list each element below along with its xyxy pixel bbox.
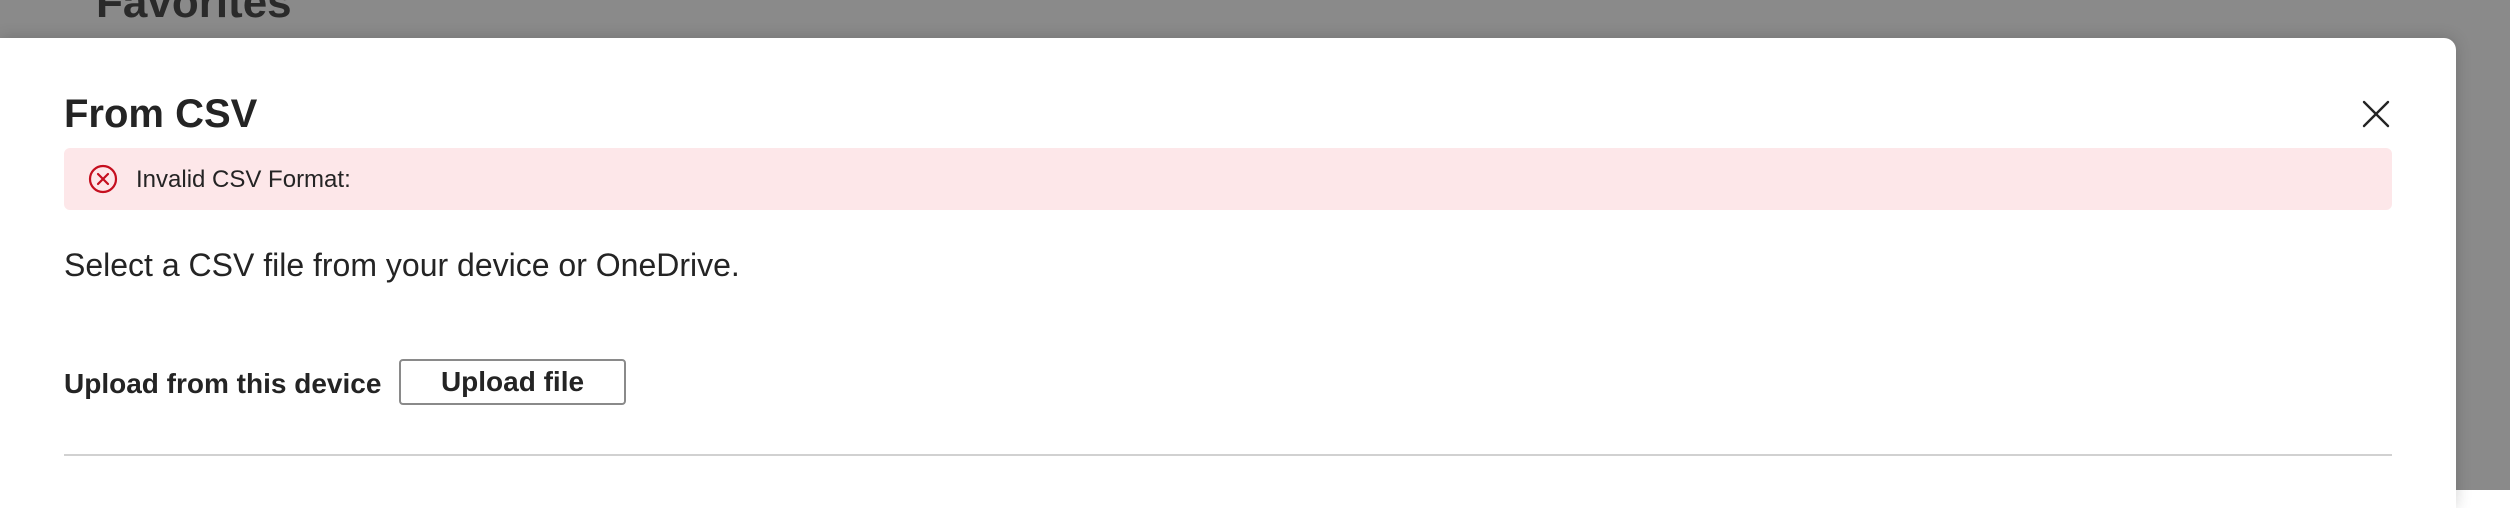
error-circle-icon [88, 164, 118, 194]
upload-file-button[interactable]: Upload file [399, 359, 626, 405]
divider [64, 454, 2392, 456]
from-csv-dialog: From CSV Invalid CSV Format: Select a CS… [0, 38, 2456, 508]
error-message-text: Invalid CSV Format: [136, 166, 351, 193]
close-button[interactable] [2356, 94, 2396, 134]
upload-label: Upload from this device [64, 368, 382, 399]
dialog-title: From CSV [64, 92, 258, 136]
background-heading: Favorites [96, 0, 292, 27]
close-icon [2362, 100, 2390, 128]
error-message-bar: Invalid CSV Format: [64, 148, 2392, 210]
dialog-description: Select a CSV file from your device or On… [64, 247, 740, 283]
